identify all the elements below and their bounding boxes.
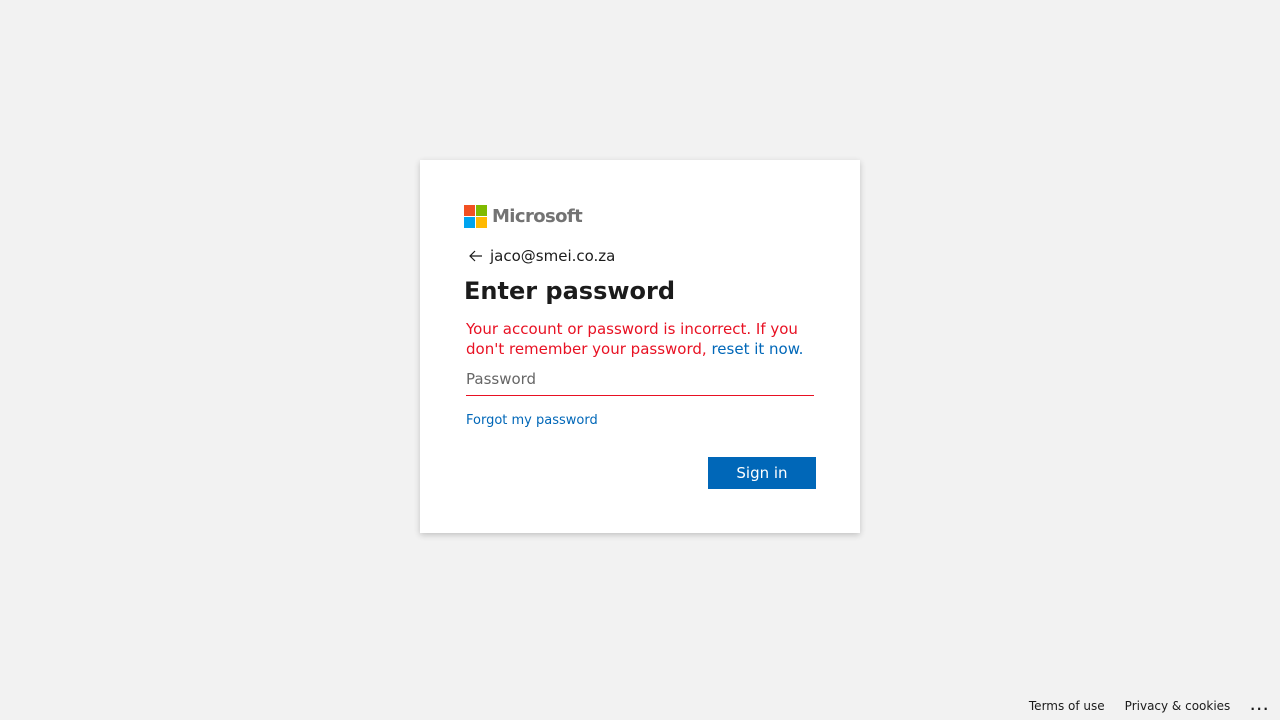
sign-in-button[interactable]: Sign in (708, 457, 816, 489)
privacy-cookies-link[interactable]: Privacy & cookies (1125, 699, 1231, 713)
page-title: Enter password (464, 277, 676, 305)
identity-email: jaco@smei.co.za (490, 247, 616, 265)
logo-square-red (464, 204, 475, 216)
password-field-wrapper (466, 363, 814, 396)
forgot-password-link[interactable]: Forgot my password (466, 413, 598, 428)
logo-square-blue (464, 216, 475, 228)
microsoft-logo-icon (464, 204, 487, 228)
page: Microsoft jaco@smei.co.za Enter password… (0, 0, 1280, 720)
reset-password-link[interactable]: reset it now. (711, 340, 803, 358)
logo-square-green (476, 204, 487, 216)
password-input[interactable] (466, 363, 814, 395)
back-button[interactable] (464, 245, 488, 267)
terms-of-use-link[interactable]: Terms of use (1029, 699, 1105, 713)
error-message: Your account or password is incorrect. I… (466, 319, 816, 359)
more-options-button[interactable]: ... (1250, 699, 1270, 713)
footer: Terms of use Privacy & cookies ... (1009, 699, 1270, 713)
arrow-left-icon (469, 250, 482, 262)
microsoft-logo: Microsoft (464, 204, 583, 228)
identity-banner: jaco@smei.co.za (464, 245, 615, 267)
logo-text: Microsoft (492, 205, 583, 227)
logo-square-yellow (476, 216, 487, 228)
sign-in-card: Microsoft jaco@smei.co.za Enter password… (420, 160, 860, 533)
